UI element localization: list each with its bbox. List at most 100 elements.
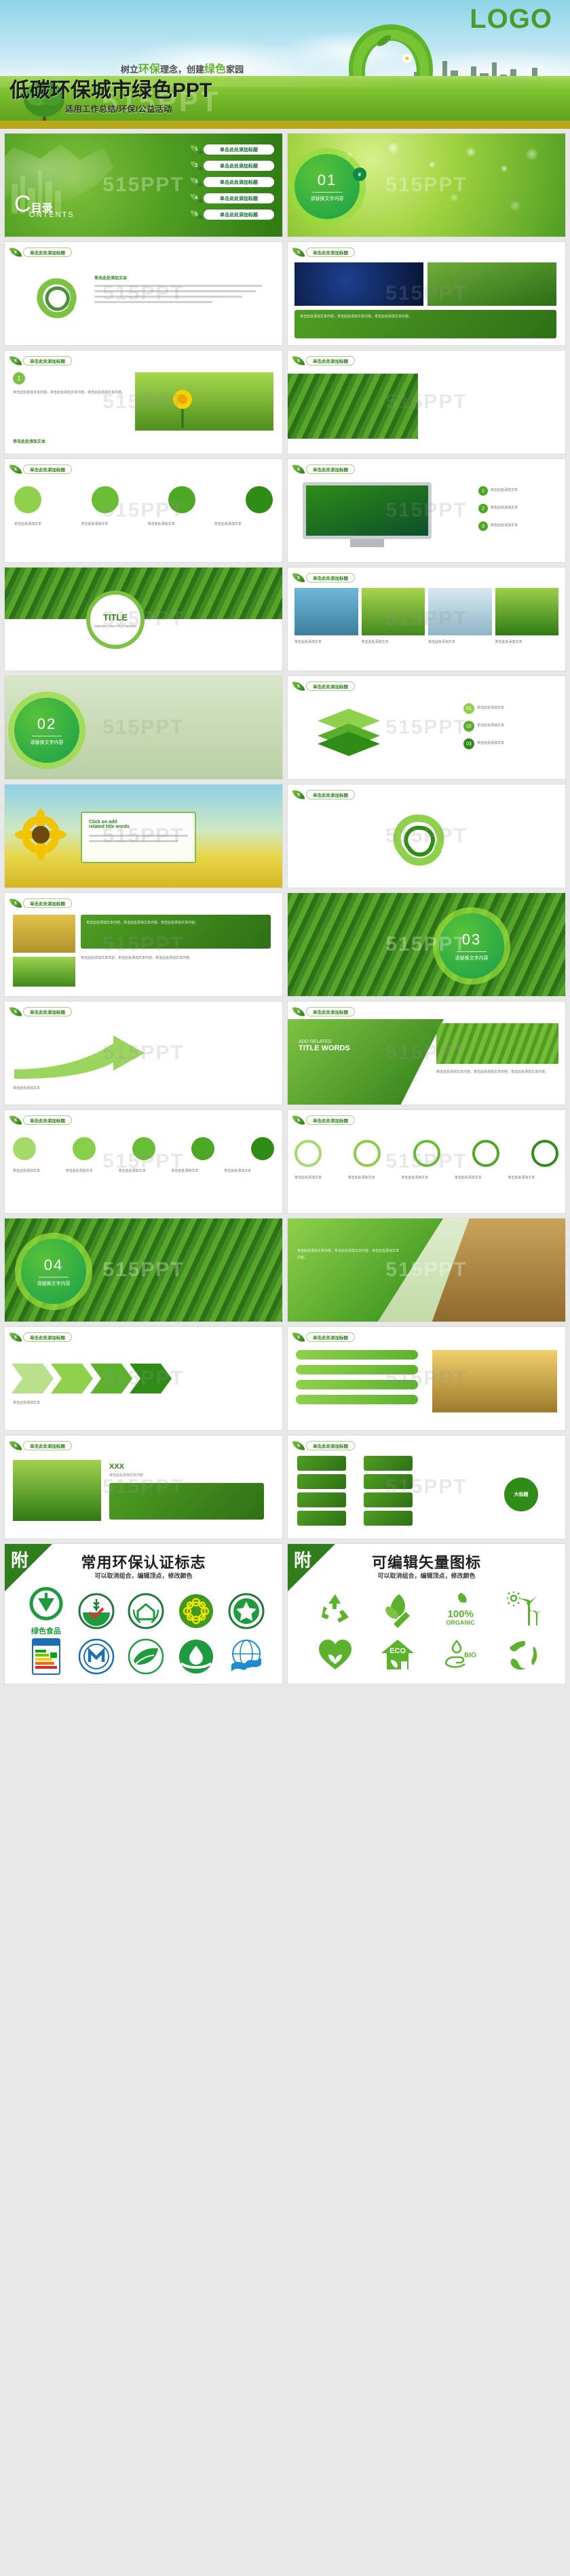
toc-item[interactable]: 2 单击此处添加标题 [190,159,274,172]
bio-hand-icon[interactable]: BIO [442,1636,480,1673]
heart-leaf-icon[interactable] [316,1636,354,1673]
radial-node[interactable] [364,1456,413,1471]
photo-sprout[interactable] [495,588,558,635]
slide-tab[interactable]: X 单击此处添加标题 [9,1439,72,1452]
hex-item[interactable] [413,1140,440,1167]
photo-hand-plant[interactable] [361,588,425,635]
slide-recycle[interactable]: X 单击此处添加标题 单击此处添加文本 515PPT [4,241,283,346]
slide-tab[interactable]: X 单击此处添加标题 [292,571,355,584]
slide-section-01[interactable]: 01 请替换文字内容 ❦ 515PPT [287,133,566,237]
earth-icon[interactable] [504,1636,542,1673]
slide-radial-map[interactable]: X 单击此处添加标题 大标题 515PPT [287,1435,566,1539]
slide-tab[interactable]: X 单击此处添加标题 [292,245,355,259]
step-item[interactable]: 02 单击此处添加文本 [463,721,557,732]
slide-list-photo[interactable]: X 单击此处添加标题 515PPT [287,1326,566,1431]
star-shield-mark[interactable] [227,1592,265,1630]
slide-tab[interactable]: X 单击此处添加标题 [292,1439,355,1452]
house-wreath-mark[interactable] [127,1592,165,1630]
slide-hex-chain[interactable]: X 单击此处添加标题 单击此处添加文本 单击此处添加文本 单击此处添加文本 单击… [287,1109,566,1214]
bullet-item[interactable]: 2 单击此处添加文本 [478,504,556,513]
slide-four-photos[interactable]: X 单击此处添加标题 单击此处添加文本 单击此处添加文本 单击此处添加文本 单击… [287,567,566,671]
photo-wheat[interactable] [13,915,75,953]
step-item[interactable]: 01 单击此处添加文本 [463,703,557,714]
circle-item[interactable] [245,486,273,513]
step-item[interactable]: 03 单击此处添加文本 [463,738,557,749]
circle-item[interactable] [132,1137,155,1160]
slide-tab[interactable]: X 单击此处添加标题 [292,788,355,801]
slide-tab[interactable]: X 单击此处添加标题 [292,1113,355,1127]
hex-item[interactable] [354,1140,381,1167]
slide-title-circle[interactable]: TITLE ADD RELATED TITLE WORDS 515PPT [4,567,283,671]
leaf-hands-mark[interactable] [127,1638,165,1676]
slide-chevron[interactable]: X 单击此处添加标题 单击此处添加文本 515PPT [4,1326,283,1431]
radial-node[interactable] [364,1511,413,1526]
hex-item[interactable] [472,1140,499,1167]
organic-icon-wrap[interactable]: 100% ORGANIC [442,1591,480,1626]
eco-house-icon[interactable]: ECO [379,1636,417,1673]
m-circle-mark[interactable] [77,1638,115,1676]
windmill-icon[interactable] [504,1590,542,1628]
slide-flower[interactable]: X 单击此处添加标题 1 单击此处添加文本内容，单击此处添加文本内容，单击此处添… [4,350,283,454]
flower-yellow-mark[interactable] [177,1592,215,1630]
photo-field[interactable] [13,957,75,987]
slide-tab[interactable]: X 单击此处添加标题 [292,679,355,693]
circle-item[interactable] [72,1137,96,1160]
bar-item[interactable] [296,1350,418,1360]
slide-section-04[interactable]: 04 请替换文字内容 515PPT [4,1218,283,1322]
radial-node[interactable] [297,1511,346,1526]
photo-tea[interactable] [436,1023,558,1064]
photo-hand-plant[interactable] [13,1460,101,1521]
radial-node[interactable] [364,1492,413,1507]
slide-toc[interactable]: C目录 ONTENTS 1 单击此处添加标题 2 单击此处添加标题 3 单击此处… [4,133,283,237]
toc-item[interactable]: 3 单击此处添加标题 [190,176,274,189]
leaf-pair-icon[interactable] [379,1590,417,1628]
slide-tab[interactable]: X 单击此处添加标题 [9,354,72,368]
radial-node[interactable] [297,1474,346,1489]
circle-item[interactable] [251,1137,274,1160]
slide-tab[interactable]: X 单击此处添加标题 [9,462,72,476]
slide-tea-field[interactable]: X 单击此处添加标题 单击此处添加文本内容，单击此处添加文本内容，单击此处添加文… [287,350,566,454]
photo-bulb[interactable] [428,588,492,635]
circle-item[interactable] [91,486,119,513]
mark-item[interactable]: 绿色食品 [27,1586,65,1636]
slide-tab[interactable]: X 单击此处添加标题 [9,1005,72,1018]
slide-tab[interactable]: X 单击此处添加标题 [9,896,72,910]
slide-trefoil[interactable]: X 单击此处添加标题 515PPT [287,784,566,888]
radial-node[interactable] [297,1456,346,1471]
slide-tab[interactable]: X 单击此处添加标题 [292,1330,355,1344]
slide-tab[interactable]: X 单击此处添加标题 [9,1330,72,1344]
radial-node[interactable] [297,1492,346,1507]
slide-add-related[interactable]: X 单击此处添加标题 ADD RELATED TITLE WORDS 单击此处添… [287,1001,566,1105]
slide-monitor[interactable]: X 单击此处添加标题 1 单击此处添加文本 2 单击此处添加文本 3 单击此处添… [287,458,566,563]
hex-item[interactable] [294,1140,322,1167]
slide-tab[interactable]: X 单击此处添加标题 [292,354,355,368]
water-drop-mark[interactable] [177,1638,215,1676]
bar-item[interactable] [296,1395,418,1404]
bullet-item[interactable]: 1 单击此处添加文本 [478,486,556,496]
slide-sunflower[interactable]: Click on add related title words 515PPT [4,784,283,888]
circle-item[interactable] [168,486,196,513]
circle-item[interactable] [13,1137,36,1160]
slide-globe-photos[interactable]: X 单击此处添加标题 单击此处添加文本内容，单击此处添加文本内容，单击此处添加文… [287,241,566,346]
slide-section-03[interactable]: 03 请替换文字内容 515PPT [287,892,566,997]
slide-arrow[interactable]: X 单击此处添加标题 单击此处添加文本 515PPT [4,1001,283,1105]
bar-item[interactable] [296,1365,418,1374]
hex-item[interactable] [531,1140,558,1167]
toc-item[interactable]: 4 单击此处添加标题 [190,192,274,205]
photo-hay[interactable] [432,1350,557,1412]
slide-tab[interactable]: X 单击此处添加标题 [292,1005,355,1018]
slide-field-collage[interactable]: X 单击此处添加标题 单击此处添加文本内容，单击此处添加文本内容，单击此处添加文… [4,892,283,997]
circle-item[interactable] [191,1137,215,1160]
circle-item[interactable] [14,486,41,513]
toc-item[interactable]: 5 单击此处添加标题 [190,208,274,221]
slide-four-circles[interactable]: X 单击此处添加标题 单击此处添加文本 单击此处添加文本 单击此处添加文本 单击… [4,458,283,563]
radial-node[interactable] [364,1474,413,1489]
globe-wave-mark[interactable] [227,1638,265,1676]
photo-windmill[interactable] [294,588,358,635]
slide-triangles[interactable]: 单击此处添加文本内容，单击此处添加文本内容，单击此处添加文本内容。 515PPT [287,1218,566,1322]
toc-item[interactable]: 1 单击此处添加标题 [190,143,274,156]
energy-label-mark[interactable] [27,1638,65,1676]
slide-tab[interactable]: X 单击此处添加标题 [9,245,72,259]
slide-tab[interactable]: X 单击此处添加标题 [292,462,355,476]
recycle-icon[interactable] [316,1590,354,1628]
